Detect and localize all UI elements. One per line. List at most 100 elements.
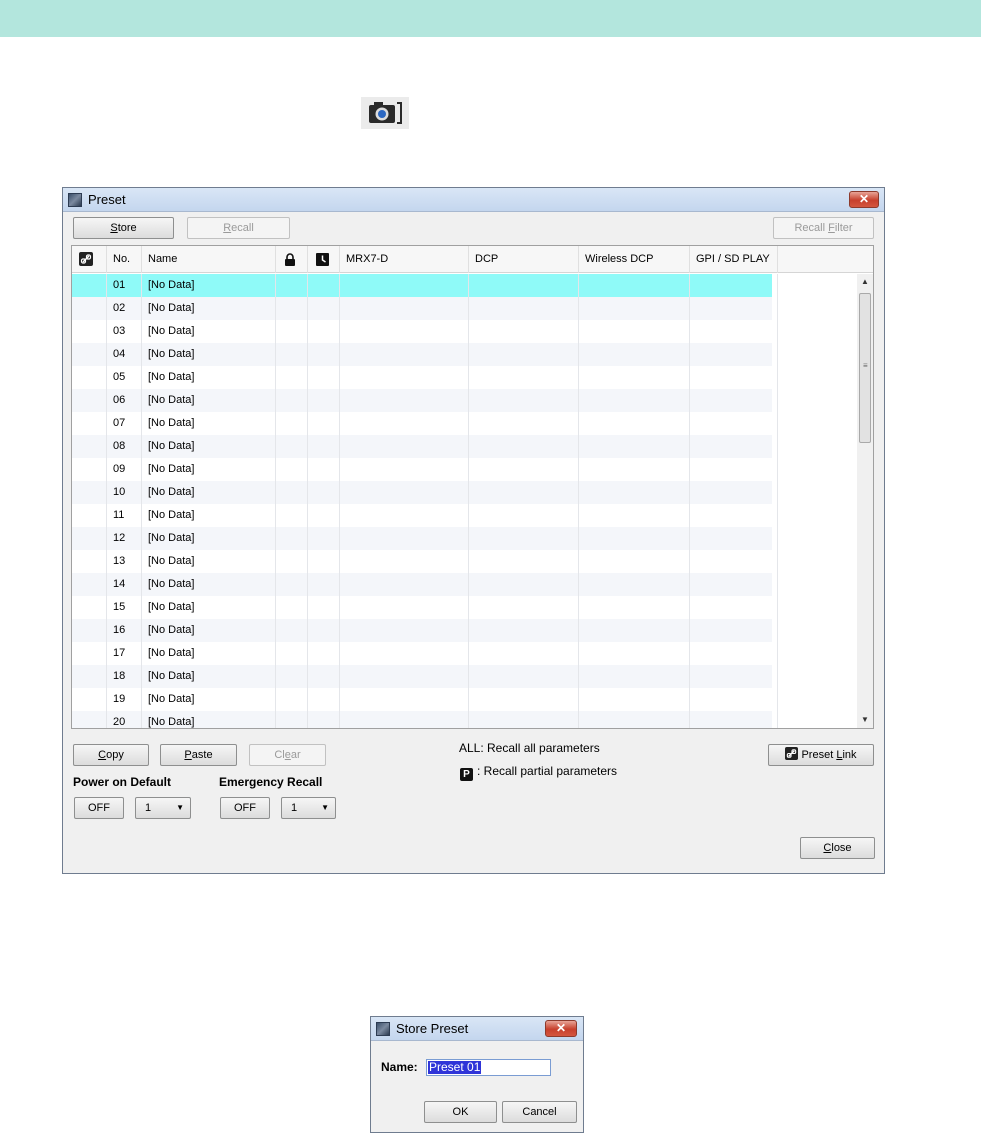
scroll-down-arrow[interactable]: ▼	[857, 712, 873, 728]
cell-name: [No Data]	[143, 458, 276, 481]
table-row[interactable]: 20 [No Data]	[72, 711, 778, 728]
cell-no: 16	[108, 619, 142, 642]
cell-dcp	[470, 527, 579, 550]
column-mrx7d[interactable]: MRX7-D	[341, 246, 469, 273]
cell-no: 02	[108, 297, 142, 320]
close-dialog-button[interactable]: ✕	[545, 1020, 577, 1037]
cell-gpi	[691, 458, 778, 481]
cell-lock	[277, 596, 308, 619]
recall-button[interactable]: Recall	[187, 217, 290, 239]
cancel-button[interactable]: Cancel	[502, 1101, 577, 1123]
cell-lock	[277, 274, 308, 297]
chevron-down-icon: ▼	[321, 803, 329, 812]
cell-gpi	[691, 711, 778, 728]
close-button[interactable]: Close	[800, 837, 875, 859]
table-row[interactable]: 04 [No Data]	[72, 343, 778, 366]
camera-icon	[361, 97, 409, 129]
cell-name: [No Data]	[143, 642, 276, 665]
cell-wdcp	[580, 711, 690, 728]
cell-lock	[277, 550, 308, 573]
cell-lock	[277, 665, 308, 688]
cell-wdcp	[580, 573, 690, 596]
cell-wdcp	[580, 412, 690, 435]
column-wireless-dcp[interactable]: Wireless DCP	[580, 246, 690, 273]
table-row[interactable]: 07 [No Data]	[72, 412, 778, 435]
scroll-thumb[interactable]: ≡	[859, 293, 871, 443]
legend-all: ALL: Recall all parameters	[459, 741, 600, 755]
cell-dcp	[470, 711, 579, 728]
table-row[interactable]: 15 [No Data]	[72, 596, 778, 619]
cell-mrx	[341, 412, 469, 435]
name-input[interactable]: Preset 01	[426, 1059, 551, 1076]
emergency-recall-select[interactable]: 1 ▼	[281, 797, 336, 819]
cell-gpi	[691, 481, 778, 504]
table-row[interactable]: 14 [No Data]	[72, 573, 778, 596]
table-row[interactable]: 08 [No Data]	[72, 435, 778, 458]
cell-dcp	[470, 665, 579, 688]
cell-gpi	[691, 366, 778, 389]
dialog-title-bar[interactable]: Store Preset ✕	[371, 1017, 583, 1041]
cell-link	[72, 366, 107, 389]
cell-wdcp	[580, 389, 690, 412]
power-on-default-select[interactable]: 1 ▼	[135, 797, 191, 819]
table-row[interactable]: 11 [No Data]	[72, 504, 778, 527]
cell-dcp	[470, 688, 579, 711]
column-dcp[interactable]: DCP	[470, 246, 579, 273]
dialog-title: Store Preset	[396, 1021, 469, 1036]
app-icon	[68, 193, 82, 207]
table-row[interactable]: 09 [No Data]	[72, 458, 778, 481]
column-clock[interactable]	[309, 246, 340, 273]
column-no[interactable]: No.	[108, 246, 142, 273]
ok-button[interactable]: OK	[424, 1101, 497, 1123]
table-row[interactable]: 10 [No Data]	[72, 481, 778, 504]
store-button[interactable]: Store	[73, 217, 174, 239]
table-row[interactable]: 19 [No Data]	[72, 688, 778, 711]
copy-button[interactable]: Copy	[73, 744, 149, 766]
table-row[interactable]: 18 [No Data]	[72, 665, 778, 688]
table-row[interactable]: 16 [No Data]	[72, 619, 778, 642]
title-bar[interactable]: Preset ✕	[63, 188, 884, 212]
cell-wdcp	[580, 481, 690, 504]
vertical-scrollbar[interactable]: ▲ ≡ ▼	[857, 274, 873, 728]
table-row[interactable]: 06 [No Data]	[72, 389, 778, 412]
preset-window: Preset ✕ Store Recall Recall Filter No. …	[62, 187, 885, 874]
column-name[interactable]: Name	[143, 246, 276, 273]
preset-link-button[interactable]: Preset Link	[768, 744, 874, 766]
clear-button[interactable]: Clear	[249, 744, 326, 766]
table-row[interactable]: 12 [No Data]	[72, 527, 778, 550]
table-row[interactable]: 17 [No Data]	[72, 642, 778, 665]
cell-dcp	[470, 642, 579, 665]
legend-partial: P: Recall partial parameters	[460, 764, 617, 781]
column-link[interactable]	[72, 246, 107, 273]
table-row[interactable]: 13 [No Data]	[72, 550, 778, 573]
window-title: Preset	[88, 192, 126, 207]
cell-name: [No Data]	[143, 297, 276, 320]
chevron-down-icon: ▼	[176, 803, 184, 812]
cell-clock	[309, 458, 340, 481]
recall-filter-button[interactable]: Recall Filter	[773, 217, 874, 239]
table-row[interactable]: 02 [No Data]	[72, 297, 778, 320]
cell-link	[72, 412, 107, 435]
cell-link	[72, 504, 107, 527]
cell-no: 18	[108, 665, 142, 688]
paste-button[interactable]: Paste	[160, 744, 237, 766]
table-row[interactable]: 03 [No Data]	[72, 320, 778, 343]
cell-no: 20	[108, 711, 142, 728]
cell-clock	[309, 550, 340, 573]
close-window-button[interactable]: ✕	[849, 191, 879, 208]
column-gpi-sd-play[interactable]: GPI / SD PLAY	[691, 246, 778, 273]
cell-gpi	[691, 389, 778, 412]
cell-wdcp	[580, 504, 690, 527]
cell-gpi	[691, 665, 778, 688]
cell-clock	[309, 389, 340, 412]
table-row[interactable]: 01 [No Data]	[72, 274, 778, 297]
cell-no: 13	[108, 550, 142, 573]
scroll-up-arrow[interactable]: ▲	[857, 274, 873, 290]
cell-link	[72, 389, 107, 412]
cell-no: 10	[108, 481, 142, 504]
emergency-recall-toggle[interactable]: OFF	[220, 797, 270, 819]
power-on-default-toggle[interactable]: OFF	[74, 797, 124, 819]
table-row[interactable]: 05 [No Data]	[72, 366, 778, 389]
cell-lock	[277, 504, 308, 527]
column-lock[interactable]	[277, 246, 308, 273]
